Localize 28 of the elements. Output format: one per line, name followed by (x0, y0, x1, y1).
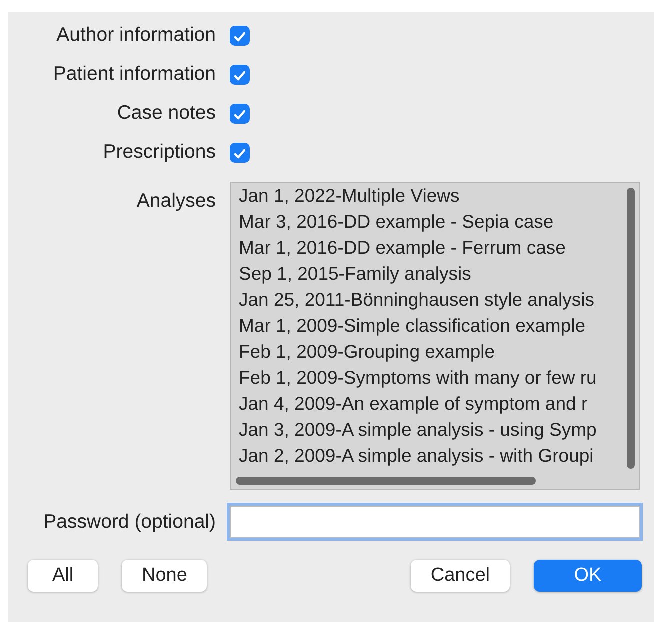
horizontal-scrollbar[interactable] (236, 477, 536, 485)
dialog-button[interactable]: All (28, 560, 98, 592)
dialog-button[interactable]: None (122, 560, 208, 592)
dialog-button[interactable]: Cancel (410, 560, 510, 592)
list-item[interactable]: Jan 2, 2009-A simple analysis - with Groupi (239, 443, 625, 469)
option-label: Author information (56, 24, 216, 47)
list-item[interactable]: Mar 1, 2009-Simple classification example (239, 313, 625, 339)
ok-button[interactable]: OK (534, 560, 642, 592)
option-label: Case notes (117, 102, 216, 125)
list-item[interactable]: Jan 1, 2022-Multiple Views (239, 183, 625, 209)
list-item[interactable]: Sep 1, 2015-Family analysis (239, 261, 625, 287)
checkbox[interactable] (230, 26, 250, 46)
list-item[interactable]: Jan 25, 2011-Bönninghausen style analysis (239, 287, 625, 313)
password-field[interactable] (230, 506, 640, 538)
checkbox[interactable] (230, 64, 250, 84)
checkbox[interactable] (230, 104, 250, 124)
vertical-scrollbar[interactable] (627, 188, 635, 469)
list-item[interactable]: Jan 3, 2009-A simple analysis - using Symp (239, 417, 625, 443)
list-item[interactable]: Jan 4, 2009-An example of symptom and r (239, 391, 625, 417)
list-item[interactable]: Feb 1, 2009-Grouping example (239, 339, 625, 365)
list-item[interactable]: Feb 1, 2009-Symptoms with many or few ru (239, 365, 625, 391)
password-label: Password (optional) (44, 510, 216, 534)
analyses-label: Analyses (136, 190, 216, 213)
list-item[interactable]: Mar 3, 2016-DD example - Sepia case (239, 209, 625, 235)
checkbox[interactable] (230, 142, 250, 162)
list-item[interactable]: Mar 1, 2016-DD example - Ferrum case (239, 235, 625, 261)
option-label: Patient information (53, 63, 216, 86)
option-label: Prescriptions (103, 141, 216, 164)
